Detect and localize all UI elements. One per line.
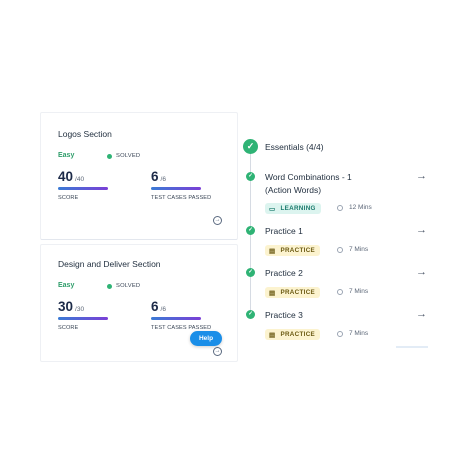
- item-title: Practice 3: [265, 310, 303, 320]
- tests-progress-bar: [151, 187, 201, 190]
- duration: 7 Mins: [337, 246, 368, 253]
- tag-text: LEARNING: [280, 205, 316, 212]
- arrow-right-circle-icon[interactable]: →: [213, 216, 222, 225]
- clock-icon: [337, 288, 343, 295]
- tag-text: PRACTICE: [280, 331, 316, 338]
- check-icon: ✓: [246, 310, 255, 319]
- score-total: /40: [75, 176, 85, 183]
- tag-badge: ▤ PRACTICE: [265, 245, 321, 256]
- section-title[interactable]: Essentials (4/4): [265, 142, 324, 152]
- check-icon: ✓: [246, 172, 255, 181]
- tests-progress-bar: [151, 317, 201, 320]
- arrow-right-icon[interactable]: →: [416, 224, 427, 236]
- item-title: Word Combinations - 1 (Action Words): [265, 172, 352, 195]
- difficulty-label: Easy: [58, 282, 75, 289]
- score-label: SCORE: [58, 195, 79, 201]
- tag-text: PRACTICE: [280, 289, 316, 296]
- score-total: /30: [75, 306, 85, 313]
- arrow-right-icon[interactable]: →: [416, 308, 427, 320]
- score-value: 40: [58, 169, 74, 184]
- solved-dot-icon: [107, 283, 112, 289]
- check-icon: ✓: [246, 268, 255, 277]
- tests-label: TEST CASES PASSED: [151, 195, 212, 201]
- difficulty-label: Easy: [58, 152, 75, 159]
- clipboard-icon: ▤: [269, 289, 276, 297]
- duration-text: 7 Mins: [349, 330, 369, 337]
- tag-badge: ▤ PRACTICE: [265, 329, 321, 340]
- book-icon: ▭: [269, 205, 276, 213]
- tests-metric: 6/6 TEST CASES PASSED: [151, 298, 211, 331]
- solved-dot-icon: [107, 153, 112, 159]
- card-title: Design and Deliver Section: [58, 259, 161, 269]
- status-text: SOLVED: [116, 283, 141, 289]
- check-icon: ✓: [243, 139, 258, 154]
- duration-text: 7 Mins: [349, 246, 369, 253]
- score-metric: 30/30 SCORE: [58, 298, 108, 331]
- arrow-right-circle-icon[interactable]: →: [213, 347, 222, 356]
- tests-total: /6: [160, 176, 166, 183]
- clipboard-icon: ▤: [269, 331, 276, 339]
- score-metric: 40/40 SCORE: [58, 168, 108, 201]
- score-progress-bar: [58, 187, 108, 190]
- status-badge: SOLVED: [107, 283, 140, 289]
- problem-card[interactable]: Logos Section Easy SOLVED 40/40 SCORE 6/…: [40, 112, 238, 240]
- arrow-right-icon[interactable]: →: [416, 266, 427, 278]
- duration: 7 Mins: [337, 330, 368, 337]
- scroll-indicator: [396, 346, 428, 348]
- duration-text: 7 Mins: [349, 288, 369, 295]
- item-title: Practice 1: [265, 226, 303, 236]
- status-badge: SOLVED: [107, 153, 140, 159]
- check-icon: ✓: [246, 226, 255, 235]
- duration-text: 12 Mins: [349, 204, 372, 211]
- item-title: Practice 2: [265, 268, 303, 278]
- duration: 7 Mins: [337, 288, 368, 295]
- tag-badge: ▭ LEARNING: [265, 203, 321, 214]
- tag-text: PRACTICE: [280, 247, 316, 254]
- clipboard-icon: ▤: [269, 247, 276, 255]
- tests-metric: 6/6 TEST CASES PASSED: [151, 168, 211, 201]
- score-progress-bar: [58, 317, 108, 320]
- duration: 12 Mins: [337, 204, 372, 211]
- tests-value: 6: [151, 299, 159, 314]
- status-text: SOLVED: [116, 153, 141, 159]
- clock-icon: [337, 246, 343, 253]
- tag-badge: ▤ PRACTICE: [265, 287, 321, 298]
- problems-column: Logos Section Easy SOLVED 40/40 SCORE 6/…: [40, 112, 238, 362]
- score-label: SCORE: [58, 325, 79, 331]
- card-title: Logos Section: [58, 129, 112, 139]
- tests-total: /6: [160, 306, 166, 313]
- clock-icon: [337, 204, 343, 211]
- score-value: 30: [58, 299, 74, 314]
- clock-icon: [337, 330, 343, 337]
- help-button[interactable]: Help: [190, 331, 222, 346]
- page: Logos Section Easy SOLVED 40/40 SCORE 6/…: [0, 0, 474, 474]
- tests-value: 6: [151, 169, 159, 184]
- arrow-right-icon[interactable]: →: [416, 170, 427, 182]
